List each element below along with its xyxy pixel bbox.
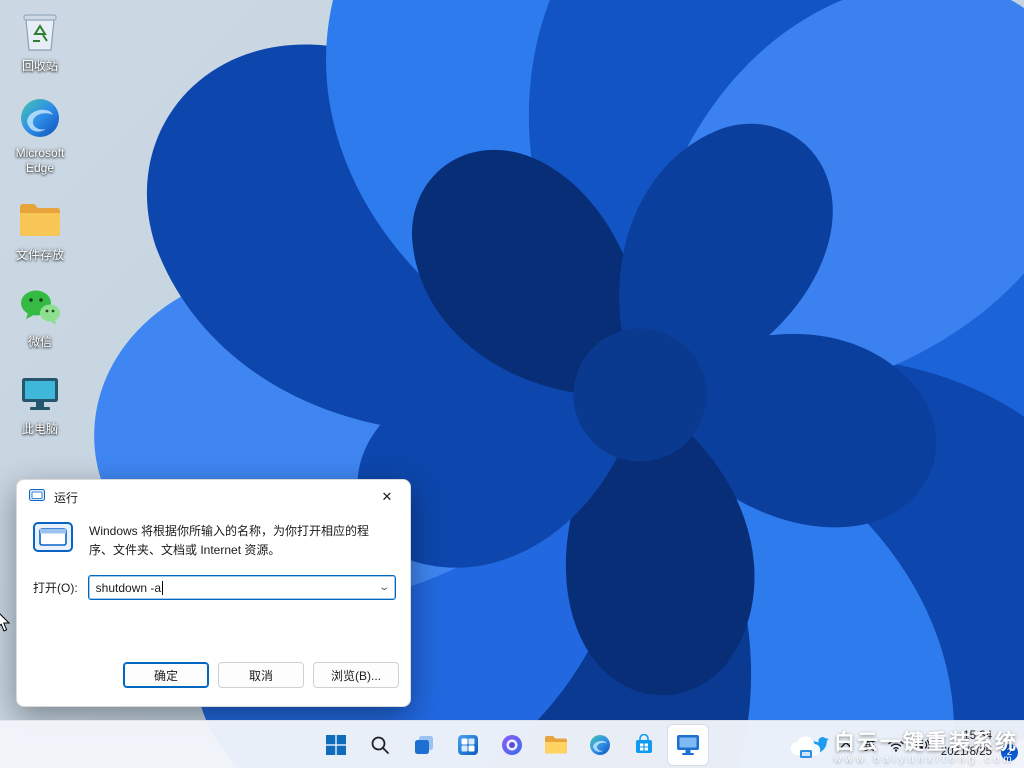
desktop-icon-this-pc[interactable]: 此电脑: [4, 371, 76, 437]
language-indicator[interactable]: 英: [858, 725, 882, 765]
desktop-icon-file-storage[interactable]: 文件存放: [4, 197, 76, 263]
wifi-icon: [888, 739, 904, 752]
speaker-icon: [915, 738, 931, 752]
text-caret: [162, 581, 163, 595]
store-button[interactable]: [624, 725, 664, 765]
desktop-icon-label: 此电脑: [22, 422, 58, 437]
browse-button[interactable]: 浏览(B)...: [313, 662, 399, 688]
run-dialog-body: Windows 将根据你所输入的名称，为你打开相应的程序、文件夹、文档或 Int…: [17, 514, 410, 559]
windows-logo-icon: [325, 734, 347, 756]
run-dialog-titlebar[interactable]: 运行 ✕: [17, 480, 410, 514]
folder-icon: [17, 197, 63, 243]
twitter-tray-button[interactable]: [802, 725, 834, 765]
run-icon: [33, 522, 73, 559]
run-command-value: shutdown -a: [96, 581, 161, 595]
close-icon[interactable]: ✕: [364, 480, 410, 514]
cancel-button[interactable]: 取消: [218, 662, 304, 688]
notification-badge[interactable]: 2: [1001, 744, 1018, 761]
wechat-icon: [17, 284, 63, 330]
hidden-icons-chevron-button[interactable]: [835, 725, 857, 765]
chevron-up-icon: [840, 741, 852, 749]
desktop-icon-label: Microsoft Edge: [4, 146, 76, 176]
run-command-input[interactable]: shutdown -a ⌄: [88, 575, 396, 600]
start-button[interactable]: [316, 725, 356, 765]
taskbar-system-tray: 英 15:34 2021/8/25 2: [802, 721, 1022, 768]
widgets-button[interactable]: [448, 725, 488, 765]
run-dialog-description: Windows 将根据你所输入的名称，为你打开相应的程序、文件夹、文档或 Int…: [89, 522, 389, 559]
desktop-icon-column: 回收站 Microsoft Edge 文件存放 微信 此电脑: [4, 8, 76, 437]
desktop-icon-label: 微信: [28, 335, 52, 350]
edge-icon: [17, 95, 63, 141]
desktop-icon-edge[interactable]: Microsoft Edge: [4, 95, 76, 176]
twitter-bird-icon: [807, 735, 829, 755]
run-dialog: 运行 ✕ Windows 将根据你所输入的名称，为你打开相应的程序、文件夹、文档…: [16, 479, 411, 707]
search-icon: [370, 735, 390, 755]
file-explorer-button[interactable]: [536, 725, 576, 765]
cortana-icon: [501, 734, 523, 756]
volume-tray-button[interactable]: [910, 725, 936, 765]
monitor-icon: [17, 371, 63, 417]
desktop-icon-recycle-bin[interactable]: 回收站: [4, 8, 76, 74]
network-tray-button[interactable]: [883, 725, 909, 765]
desktop-icon-label: 回收站: [22, 59, 58, 74]
desktop-icon-label: 文件存放: [16, 248, 64, 263]
active-app-monitor-icon: [676, 734, 700, 756]
taskbar: 英 15:34 2021/8/25 2: [0, 720, 1024, 768]
run-dialog-buttons: 确定 取消 浏览(B)...: [123, 662, 399, 688]
mouse-cursor: [0, 610, 10, 635]
ok-button[interactable]: 确定: [123, 662, 209, 688]
clock-time: 15:34: [941, 729, 992, 745]
active-app-button[interactable]: [668, 725, 708, 765]
chevron-down-icon[interactable]: ⌄: [378, 582, 390, 593]
search-button[interactable]: [360, 725, 400, 765]
task-view-button[interactable]: [404, 725, 444, 765]
taskbar-center-icons: [316, 721, 708, 768]
widgets-icon: [457, 734, 479, 756]
edge-icon: [589, 734, 611, 756]
store-icon: [633, 734, 655, 756]
task-view-icon: [413, 734, 435, 756]
run-dialog-title-icon: [29, 489, 45, 506]
open-label: 打开(O):: [33, 579, 78, 596]
run-dialog-title: 运行: [54, 489, 78, 506]
desktop-icon-wechat[interactable]: 微信: [4, 284, 76, 350]
recycle-bin-icon: [17, 8, 63, 54]
open-row: 打开(O): shutdown -a ⌄: [17, 559, 410, 600]
edge-taskbar-button[interactable]: [580, 725, 620, 765]
clock-date: 2021/8/25: [941, 745, 992, 761]
taskbar-clock[interactable]: 15:34 2021/8/25: [937, 729, 998, 760]
cortana-button[interactable]: [492, 725, 532, 765]
file-explorer-icon: [544, 735, 568, 755]
